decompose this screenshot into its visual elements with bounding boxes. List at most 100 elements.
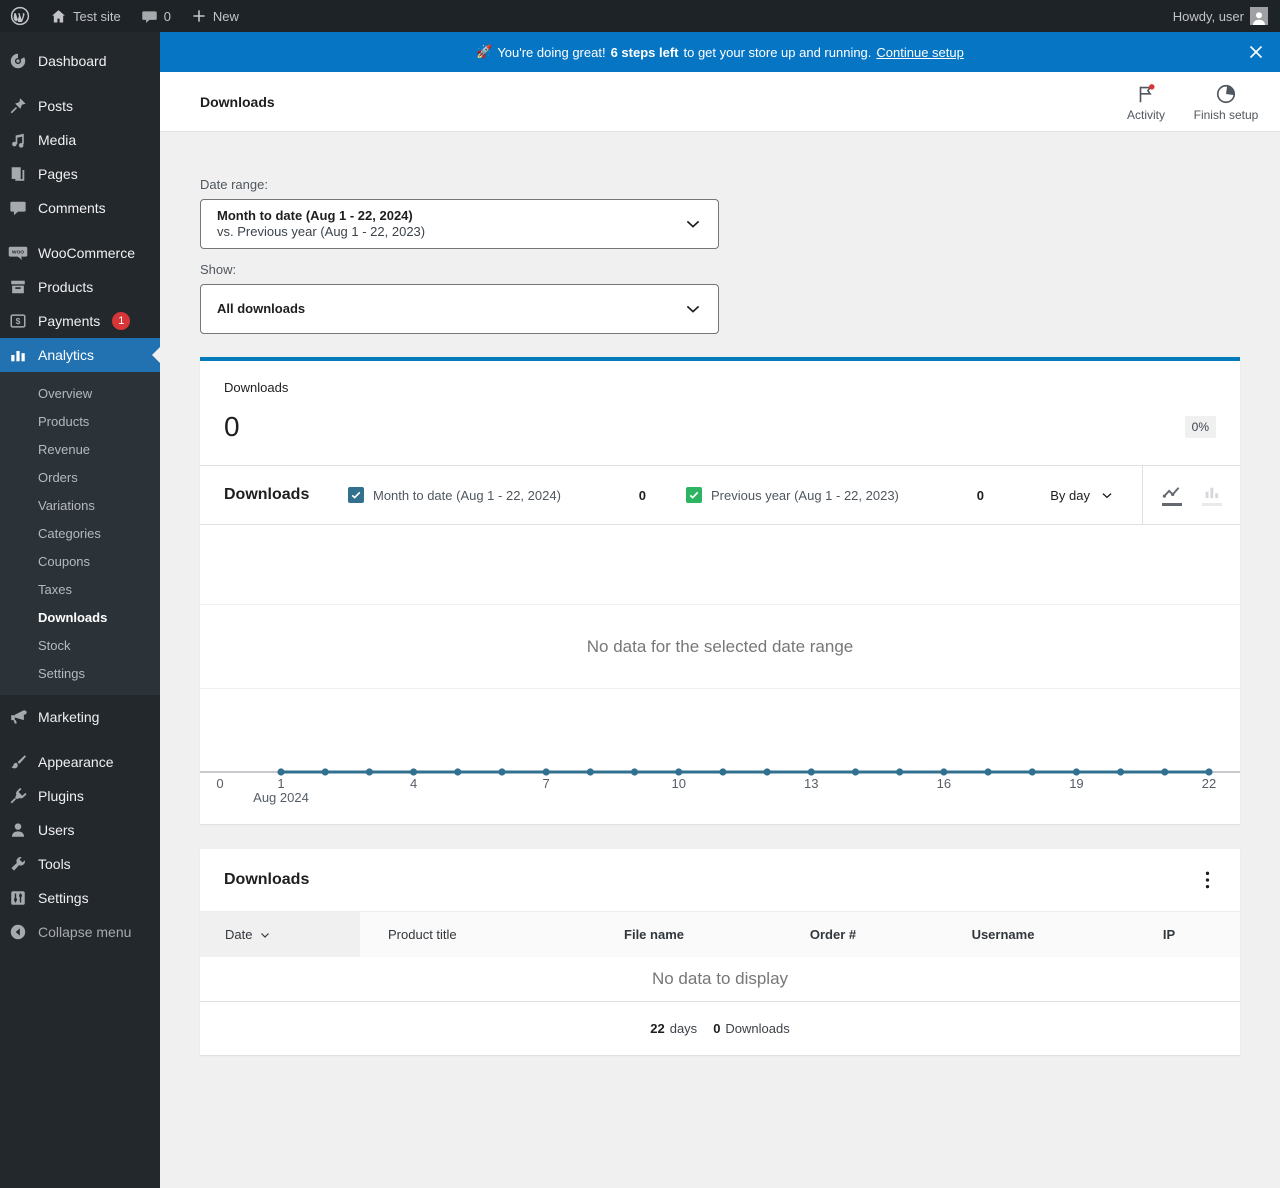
wordpress-logo[interactable] xyxy=(0,0,40,32)
pages-icon xyxy=(8,164,28,184)
admin-bar: Test site 0 New Howdy, user xyxy=(0,0,1280,32)
bar-chart-button[interactable] xyxy=(1201,485,1222,506)
comments-menu[interactable]: 0 xyxy=(131,0,181,32)
close-icon xyxy=(1249,45,1263,59)
line-chart-button[interactable] xyxy=(1161,485,1182,506)
column-label: Username xyxy=(971,927,1035,942)
sidebar-item-analytics[interactable]: Analytics xyxy=(0,338,160,372)
sidebar-item-pages[interactable]: Pages xyxy=(0,157,160,191)
wrench-icon xyxy=(8,854,28,874)
summary-delta-badge: 0% xyxy=(1184,416,1216,438)
sidebar-item-comments[interactable]: Comments xyxy=(0,191,160,225)
comments-icon xyxy=(8,198,28,218)
sidebar-item-users[interactable]: Users xyxy=(0,813,160,847)
finish-setup-button[interactable]: Finish setup xyxy=(1186,81,1266,122)
page-title: Downloads xyxy=(200,93,275,110)
table-summary: 22 days 0 Downloads xyxy=(200,1001,1240,1055)
show-select[interactable]: All downloads xyxy=(200,284,719,334)
legend-item-current-period[interactable]: Month to date (Aug 1 - 22, 2024) 0 xyxy=(348,487,686,503)
downloads-table-card: Downloads Date Product title File name O… xyxy=(200,849,1240,1055)
activity-button[interactable]: Activity xyxy=(1106,81,1186,122)
sidebar-item-label: Products xyxy=(38,279,94,295)
site-name-menu[interactable]: Test site xyxy=(40,0,131,32)
sliders-icon xyxy=(8,888,28,908)
chart-type-toggle xyxy=(1142,466,1240,524)
submenu-item-orders[interactable]: Orders xyxy=(0,463,160,491)
banner-close-button[interactable] xyxy=(1246,42,1266,62)
howdy-text: Howdy, user xyxy=(1172,8,1244,24)
howdy-menu[interactable]: Howdy, user xyxy=(1163,0,1268,32)
new-menu[interactable]: New xyxy=(181,0,249,32)
sidebar-item-marketing[interactable]: Marketing xyxy=(0,700,160,734)
checkbox-checked-icon xyxy=(348,487,364,503)
sort-descending-icon xyxy=(261,932,270,938)
table-menu-button[interactable] xyxy=(1205,870,1240,890)
woocommerce-icon: WOO xyxy=(8,243,28,263)
submenu-item-settings[interactable]: Settings xyxy=(0,659,160,687)
submenu-item-categories[interactable]: Categories xyxy=(0,519,160,547)
sidebar-item-posts[interactable]: Posts xyxy=(0,89,160,123)
analytics-submenu: Overview Products Revenue Orders Variati… xyxy=(0,372,160,695)
sidebar-item-appearance[interactable]: Appearance xyxy=(0,745,160,779)
svg-text:WOO: WOO xyxy=(12,250,24,256)
sidebar-collapse-menu[interactable]: Collapse menu xyxy=(0,915,160,949)
svg-text:0: 0 xyxy=(216,776,223,791)
submenu-item-taxes[interactable]: Taxes xyxy=(0,575,160,603)
dashboard-icon xyxy=(8,51,28,71)
interval-value: By day xyxy=(1050,487,1090,503)
submenu-item-stock[interactable]: Stock xyxy=(0,631,160,659)
legend-count: 0 xyxy=(638,487,646,503)
summary-downloads-value: 0 xyxy=(713,1021,721,1036)
submenu-item-revenue[interactable]: Revenue xyxy=(0,435,160,463)
submenu-label: Revenue xyxy=(38,441,91,457)
comment-count: 0 xyxy=(163,8,171,24)
legend-label: Previous year (Aug 1 - 22, 2023) xyxy=(711,487,899,503)
sidebar-item-settings[interactable]: Settings xyxy=(0,881,160,915)
submenu-label: Categories xyxy=(38,525,101,541)
chevron-down-icon xyxy=(686,220,700,228)
sidebar-item-payments[interactable]: $ Payments 1 xyxy=(0,304,160,338)
sidebar-item-label: Posts xyxy=(38,98,74,114)
column-header-ip: IP xyxy=(1098,912,1240,957)
chart-title: Downloads xyxy=(224,486,310,503)
downloads-summary-tile[interactable]: Downloads 0 0% xyxy=(200,361,1240,465)
svg-text:19: 19 xyxy=(1069,776,1083,791)
downloads-chart-card: Downloads 0 0% Downloads Month to date (… xyxy=(200,357,1240,824)
column-header-date[interactable]: Date xyxy=(200,912,360,957)
column-header-file-name: File name xyxy=(550,912,758,957)
summary-label: Downloads xyxy=(224,380,289,395)
submenu-label: Downloads xyxy=(38,609,108,625)
chart-plot-area: No data for the selected date range 0147… xyxy=(200,525,1240,824)
submenu-item-overview[interactable]: Overview xyxy=(0,379,160,407)
sidebar-item-plugins[interactable]: Plugins xyxy=(0,779,160,813)
bar-chart-icon xyxy=(1205,487,1218,498)
submenu-label: Products xyxy=(38,413,90,429)
payments-icon: $ xyxy=(8,311,28,331)
active-underline xyxy=(1161,502,1182,506)
continue-setup-link[interactable]: Continue setup xyxy=(876,45,963,60)
sidebar-item-media[interactable]: Media xyxy=(0,123,160,157)
sidebar-item-dashboard[interactable]: Dashboard xyxy=(0,44,160,78)
sidebar-item-products[interactable]: Products xyxy=(0,270,160,304)
legend-label: Month to date (Aug 1 - 22, 2024) xyxy=(373,487,561,503)
sidebar-item-tools[interactable]: Tools xyxy=(0,847,160,881)
sidebar-item-label: Users xyxy=(38,822,75,838)
submenu-item-products[interactable]: Products xyxy=(0,407,160,435)
submenu-item-coupons[interactable]: Coupons xyxy=(0,547,160,575)
sidebar-item-label: Plugins xyxy=(38,788,84,804)
sidebar-item-label: Comments xyxy=(38,200,106,216)
column-header-product-title: Product title xyxy=(360,912,550,957)
products-icon xyxy=(8,277,28,297)
submenu-item-variations[interactable]: Variations xyxy=(0,491,160,519)
column-label: File name xyxy=(624,927,684,942)
legend-item-previous-period[interactable]: Previous year (Aug 1 - 22, 2023) 0 xyxy=(686,487,1024,503)
date-range-select[interactable]: Month to date (Aug 1 - 22, 2024) vs. Pre… xyxy=(200,199,719,249)
submenu-item-downloads[interactable]: Downloads xyxy=(0,603,160,631)
sidebar-item-woocommerce[interactable]: WOO WooCommerce xyxy=(0,236,160,270)
interval-select[interactable]: By day xyxy=(1050,466,1142,524)
chart-header: Downloads Month to date (Aug 1 - 22, 202… xyxy=(200,465,1240,525)
show-value: All downloads xyxy=(217,300,306,316)
banner-steps-left: 6 steps left xyxy=(610,44,679,60)
brush-icon xyxy=(8,752,28,772)
sidebar-item-label: Marketing xyxy=(38,709,100,725)
